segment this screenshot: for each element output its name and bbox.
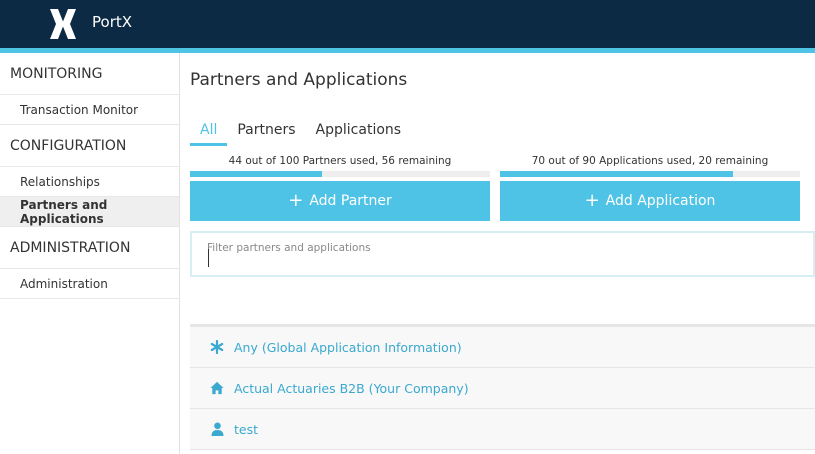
sidebar: MONITORING Transaction Monitor CONFIGURA… <box>0 53 180 454</box>
asterisk-icon <box>210 339 224 355</box>
plus-icon: + <box>288 190 304 211</box>
applications-quota-text: 70 out of 90 Applications used, 20 remai… <box>531 155 769 167</box>
tab-partners[interactable]: Partners <box>227 121 305 146</box>
list-item-label: test <box>234 421 259 437</box>
list-item[interactable]: test <box>190 409 815 450</box>
tab-all[interactable]: All <box>190 121 228 146</box>
tab-applications[interactable]: Applications <box>306 121 412 146</box>
plus-icon: + <box>584 190 600 211</box>
applications-quota: 70 out of 90 Applications used, 20 remai… <box>500 153 800 221</box>
sidebar-item-partners-and-applications[interactable]: Partners and Applications <box>0 197 179 227</box>
list-item-label: Any (Global Application Information) <box>234 339 462 355</box>
partners-quota-fill <box>190 171 322 177</box>
filter-box <box>190 231 815 277</box>
sidebar-section-administration[interactable]: ADMINISTRATION <box>0 227 179 269</box>
add-application-label: Add Application <box>605 193 716 209</box>
applications-quota-bar <box>500 171 800 177</box>
partners-list: Any (Global Application Information) Act… <box>190 324 815 450</box>
tab-bar: All Partners Applications <box>190 121 411 147</box>
sidebar-item-administration[interactable]: Administration <box>0 269 179 299</box>
applications-quota-fill <box>500 171 734 177</box>
list-item[interactable]: Actual Actuaries B2B (Your Company) <box>190 368 815 409</box>
add-application-button[interactable]: + Add Application <box>500 181 800 221</box>
top-bar: PortX <box>0 0 815 48</box>
add-partner-button[interactable]: + Add Partner <box>190 181 490 221</box>
home-icon <box>210 380 224 396</box>
text-cursor <box>208 249 209 267</box>
sidebar-section-monitoring[interactable]: MONITORING <box>0 53 179 95</box>
sidebar-item-transaction-monitor[interactable]: Transaction Monitor <box>0 95 179 125</box>
main-content: Partners and Applications All Partners A… <box>190 53 815 454</box>
app-name: PortX <box>92 13 133 31</box>
filter-input[interactable] <box>192 233 813 275</box>
page-title: Partners and Applications <box>190 70 408 90</box>
partners-quota-text: 44 out of 100 Partners used, 56 remainin… <box>228 155 452 167</box>
user-icon <box>210 421 224 437</box>
list-item-label: Actual Actuaries B2B (Your Company) <box>234 380 469 396</box>
partners-quota-bar <box>190 171 490 177</box>
sidebar-section-configuration[interactable]: CONFIGURATION <box>0 125 179 167</box>
sidebar-item-relationships[interactable]: Relationships <box>0 167 179 197</box>
list-item[interactable]: Any (Global Application Information) <box>190 327 815 368</box>
add-partner-label: Add Partner <box>309 193 392 209</box>
portx-logo-icon <box>50 9 76 39</box>
partners-quota: 44 out of 100 Partners used, 56 remainin… <box>190 153 490 221</box>
